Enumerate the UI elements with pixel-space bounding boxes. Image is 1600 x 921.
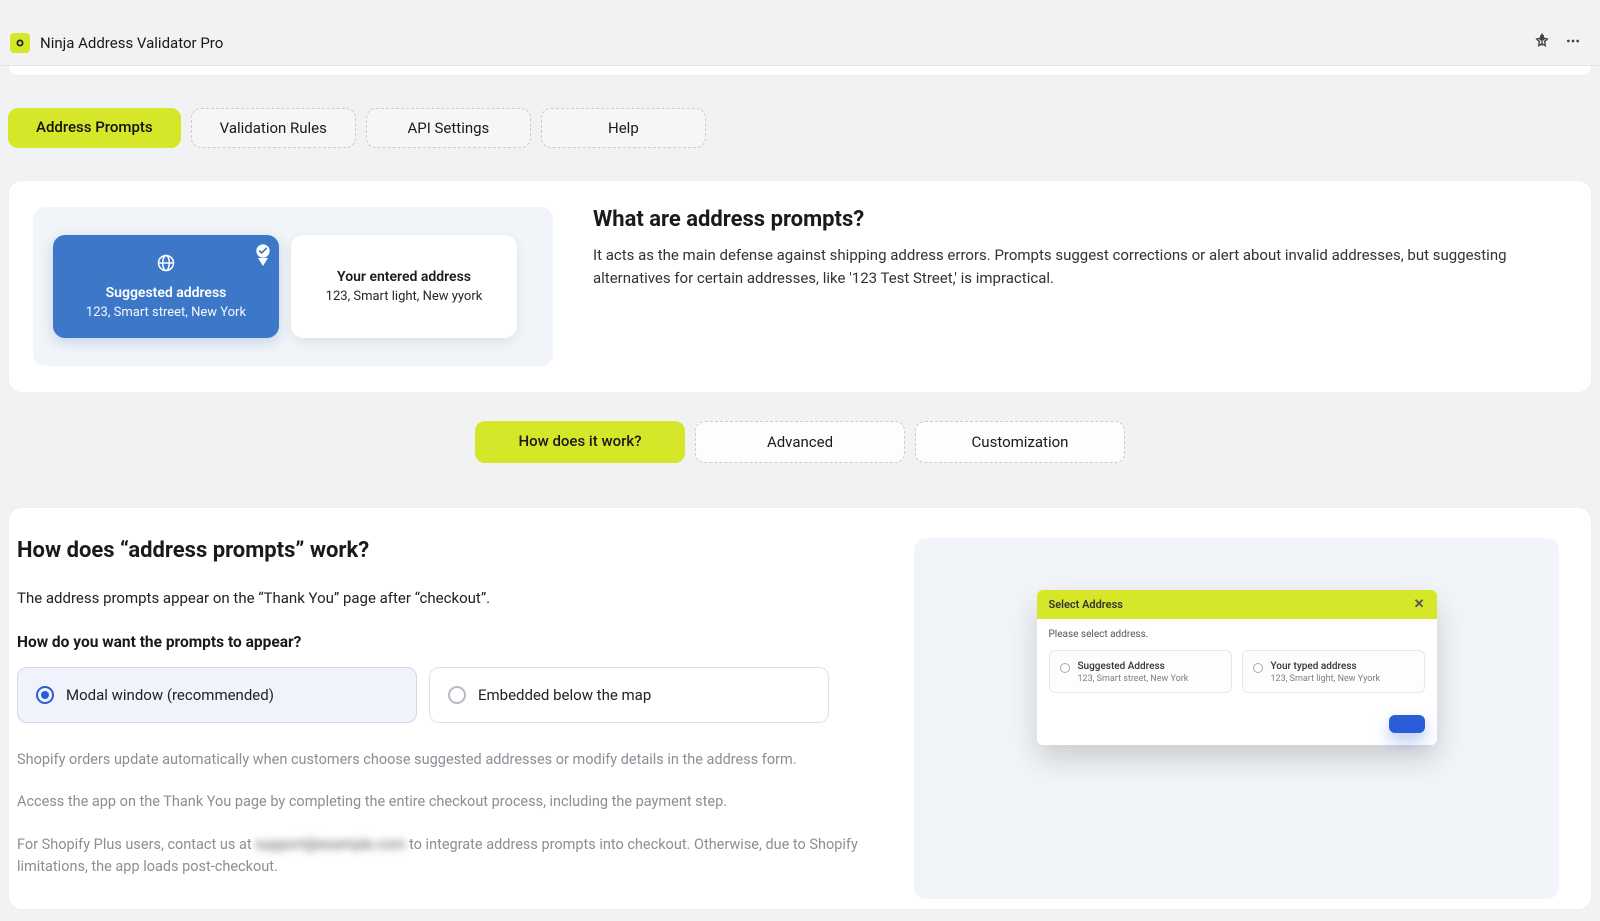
- how-note-2: Access the app on the Thank You page by …: [17, 791, 884, 813]
- radio-icon: [36, 686, 54, 704]
- how-heading: How does “address prompts” work?: [17, 538, 884, 563]
- close-icon[interactable]: ✕: [1414, 597, 1425, 612]
- suggested-address-title: Suggested address: [106, 285, 227, 301]
- modal-preview-panel: Select Address ✕ Please select address. …: [914, 538, 1559, 899]
- how-note-1: Shopify orders update automatically when…: [17, 749, 884, 771]
- tab-help[interactable]: Help: [541, 108, 706, 148]
- how-card: How does “address prompts” work? The add…: [8, 507, 1592, 910]
- intro-body: It acts as the main defense against ship…: [593, 244, 1567, 289]
- suggested-address-value: 123, Smart street, New York: [86, 305, 246, 320]
- app-logo-icon: [10, 33, 30, 53]
- modal-prompt: Please select address.: [1049, 629, 1425, 640]
- app-header: Ninja Address Validator Pro: [0, 21, 1600, 66]
- subtab-customization[interactable]: Customization: [915, 421, 1125, 463]
- subtab-how-it-works[interactable]: How does it work?: [475, 421, 685, 463]
- radio-icon: [1253, 663, 1263, 673]
- verified-check-icon: [255, 243, 271, 266]
- option-embedded-label: Embedded below the map: [478, 686, 651, 704]
- modal-opt1-sub: 123, Smart street, New York: [1078, 674, 1189, 684]
- radio-icon: [448, 686, 466, 704]
- how-question: How do you want the prompts to appear?: [17, 633, 884, 651]
- tab-address-prompts[interactable]: Address Prompts: [8, 108, 181, 148]
- modal-opt2-title: Your typed address: [1271, 661, 1381, 672]
- tab-validation-rules[interactable]: Validation Rules: [191, 108, 356, 148]
- radio-icon: [1060, 663, 1070, 673]
- address-preview-box: Suggested address 123, Smart street, New…: [33, 207, 553, 366]
- subtab-advanced[interactable]: Advanced: [695, 421, 905, 463]
- primary-tabs: Address Prompts Validation Rules API Set…: [0, 76, 1600, 148]
- modal-preview: Select Address ✕ Please select address. …: [1037, 590, 1437, 745]
- how-desc: The address prompts appear on the “Thank…: [17, 589, 884, 607]
- option-modal-label: Modal window (recommended): [66, 686, 274, 704]
- secondary-tabs: How does it work? Advanced Customization: [0, 393, 1600, 463]
- prompt-display-options: Modal window (recommended) Embedded belo…: [17, 667, 884, 723]
- blurred-email: support@example.com: [255, 834, 405, 856]
- intro-card: Suggested address 123, Smart street, New…: [8, 180, 1592, 393]
- modal-opt2-sub: 123, Smart light, New Yyork: [1271, 674, 1381, 684]
- modal-confirm-button[interactable]: [1389, 715, 1425, 733]
- modal-title: Select Address: [1049, 598, 1123, 611]
- app-title: Ninja Address Validator Pro: [40, 34, 223, 52]
- globe-icon: [156, 253, 176, 277]
- option-embedded[interactable]: Embedded below the map: [429, 667, 829, 723]
- entered-address-value: 123, Smart light, New yyork: [326, 289, 483, 304]
- option-modal-window[interactable]: Modal window (recommended): [17, 667, 417, 723]
- header-card-edge: [8, 66, 1592, 76]
- more-icon[interactable]: [1564, 33, 1582, 53]
- intro-heading: What are address prompts?: [593, 207, 1567, 232]
- suggested-address-card[interactable]: Suggested address 123, Smart street, New…: [53, 235, 279, 338]
- modal-opt1-title: Suggested Address: [1078, 661, 1189, 672]
- pin-icon[interactable]: [1534, 33, 1550, 53]
- entered-address-title: Your entered address: [337, 269, 471, 285]
- modal-option-suggested[interactable]: Suggested Address 123, Smart street, New…: [1049, 650, 1232, 693]
- modal-option-typed[interactable]: Your typed address 123, Smart light, New…: [1242, 650, 1425, 693]
- tab-api-settings[interactable]: API Settings: [366, 108, 531, 148]
- entered-address-card[interactable]: Your entered address 123, Smart light, N…: [291, 235, 517, 338]
- how-note-3: For Shopify Plus users, contact us at su…: [17, 834, 884, 879]
